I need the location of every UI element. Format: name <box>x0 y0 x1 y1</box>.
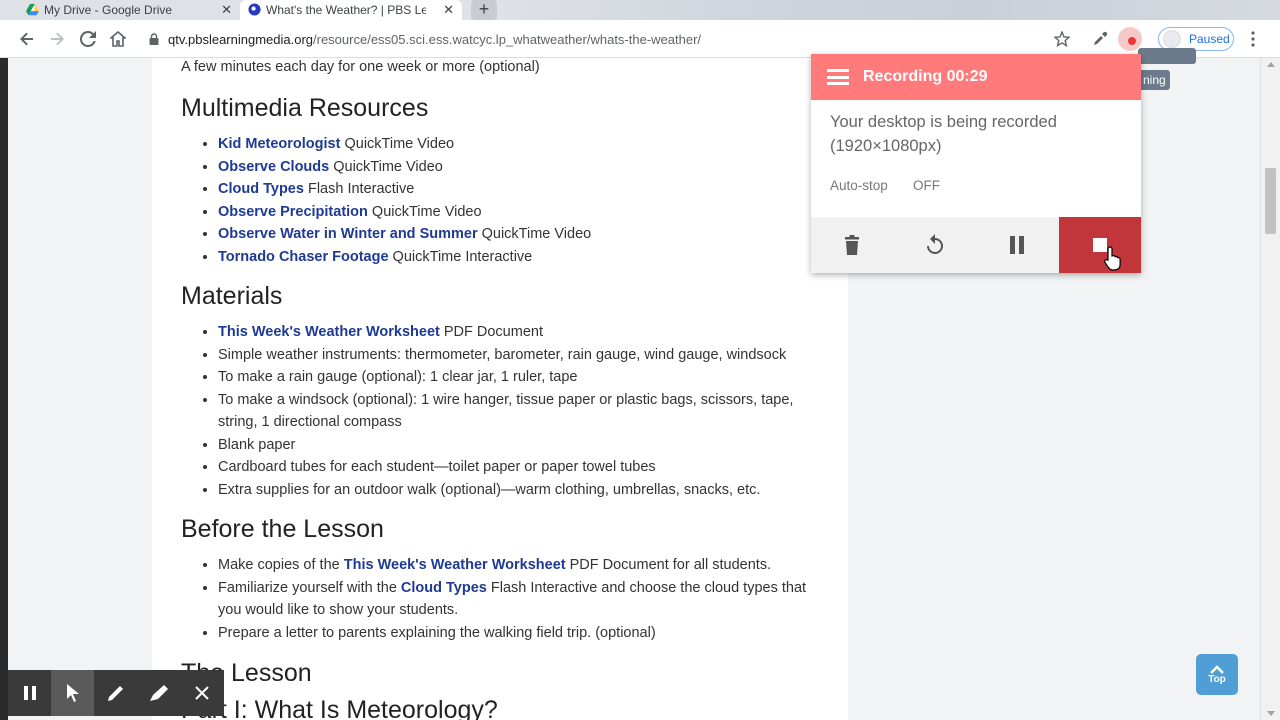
url-host: qtv.pbslearningmedia.org <box>168 31 314 47</box>
intro-text: A few minutes each day for one week or m… <box>181 59 540 75</box>
list-item: Tornado Chaser Footage QuickTime Interac… <box>218 246 828 269</box>
trash-icon <box>845 235 859 255</box>
worksheet-link[interactable]: This Week's Weather Worksheet <box>344 557 566 573</box>
hand-cursor-icon <box>1104 246 1121 271</box>
scroll-thumb[interactable] <box>1265 168 1276 234</box>
tab-strip: My Drive - Google Drive ✕ What's the Wea… <box>0 0 1280 20</box>
pencil-icon <box>108 686 123 701</box>
section-heading-part1: Part I: What Is Meteorology? <box>181 696 498 720</box>
list-item: Familiarize yourself with the Cloud Type… <box>218 577 828 622</box>
scroll-up-icon[interactable] <box>1267 62 1275 67</box>
screen-recorder-extension-icon[interactable] <box>1118 27 1142 51</box>
list-item: Prepare a letter to parents explaining t… <box>218 622 828 645</box>
resource-link[interactable]: Observe Clouds <box>218 159 329 175</box>
list-item: Make copies of the This Week's Weather W… <box>218 554 828 577</box>
pen-tool-button[interactable] <box>94 670 137 716</box>
list-item: Simple weather instruments: thermometer,… <box>218 344 828 367</box>
recording-timer: Recording 00:29 <box>863 68 988 85</box>
close-tab-icon[interactable]: ✕ <box>443 2 454 18</box>
tab-google-drive[interactable]: My Drive - Google Drive ✕ <box>18 0 240 20</box>
autostop-value[interactable]: OFF <box>913 178 940 193</box>
reload-icon[interactable] <box>78 29 98 49</box>
profile-status: Paused <box>1189 32 1230 46</box>
back-icon[interactable] <box>17 29 37 49</box>
restart-icon <box>927 234 943 254</box>
page-scrollbar[interactable] <box>1260 58 1280 720</box>
list-item: Blank paper <box>218 434 828 457</box>
list-item: Observe Water in Winter and Summer Quick… <box>218 223 828 246</box>
hidden-page-button[interactable] <box>1138 48 1196 64</box>
list-item: This Week's Weather Worksheet PDF Docume… <box>218 321 828 344</box>
recording-header: Recording 00:29 <box>811 54 1141 100</box>
recording-controls <box>811 217 1141 273</box>
top-label: Top <box>1208 673 1226 685</box>
restart-button[interactable] <box>894 217 976 273</box>
section-heading-before: Before the Lesson <box>181 515 384 543</box>
list-item: Observe Clouds QuickTime Video <box>218 156 828 179</box>
cursor-arrow-icon <box>66 684 79 702</box>
new-tab-button[interactable]: + <box>471 0 497 20</box>
pause-recording-button[interactable] <box>976 217 1058 273</box>
worksheet-link[interactable]: This Week's Weather Worksheet <box>218 324 440 340</box>
scroll-to-top-button[interactable]: Top <box>1196 654 1238 695</box>
home-icon[interactable] <box>108 29 128 49</box>
multimedia-list: Kid Meteorologist QuickTime Video Observ… <box>218 133 828 268</box>
tab-strip-background <box>500 0 1280 20</box>
eyedropper-extension-icon[interactable] <box>1090 29 1110 49</box>
chevron-up-icon <box>1210 664 1224 674</box>
pointer-tool-button[interactable] <box>51 670 95 716</box>
address-bar[interactable]: qtv.pbslearningmedia.org/resource/ess05.… <box>140 25 1085 53</box>
resource-link[interactable]: Observe Water in Winter and Summer <box>218 226 478 242</box>
bookmark-star-icon[interactable] <box>1052 29 1072 49</box>
section-heading-multimedia: Multimedia Resources <box>181 94 429 122</box>
before-list: Make copies of the This Week's Weather W… <box>218 554 828 644</box>
highlighter-tool-button[interactable] <box>138 670 181 716</box>
list-item: To make a windsock (optional): 1 wire ha… <box>218 389 828 434</box>
scroll-down-icon[interactable] <box>1267 711 1275 716</box>
pause-icon <box>1010 236 1024 254</box>
tab-title: What's the Weather? | PBS LearningMedia <box>266 3 426 17</box>
autostop-label: Auto-stop <box>830 178 888 193</box>
close-tab-icon[interactable]: ✕ <box>221 2 232 18</box>
close-toolbar-button[interactable] <box>181 670 224 716</box>
list-item: To make a rain gauge (optional): 1 clear… <box>218 366 828 389</box>
resource-link[interactable]: Cloud Types <box>218 181 304 197</box>
pause-annotation-button[interactable] <box>8 670 51 716</box>
highlighter-icon <box>150 685 169 701</box>
desktop-edge <box>0 58 8 720</box>
recording-message: Your desktop is being recorded (1920×108… <box>830 113 1057 155</box>
discard-button[interactable] <box>811 217 893 273</box>
list-item: Observe Precipitation QuickTime Video <box>218 201 828 224</box>
google-drive-icon <box>26 3 39 16</box>
avatar <box>1163 30 1181 48</box>
tab-pbs-weather[interactable]: What's the Weather? | PBS LearningMedia … <box>240 0 462 20</box>
tab-title: My Drive - Google Drive <box>44 3 173 17</box>
resource-link[interactable]: Kid Meteorologist <box>218 136 340 152</box>
lock-icon <box>149 33 159 45</box>
pbs-icon <box>248 3 261 16</box>
hamburger-menu-icon[interactable] <box>827 69 849 85</box>
recording-panel: Recording 00:29 Your desktop is being re… <box>811 54 1141 273</box>
lesson-content: A few minutes each day for one week or m… <box>152 58 848 720</box>
cloud-types-link[interactable]: Cloud Types <box>401 580 487 596</box>
resource-link[interactable]: Observe Precipitation <box>218 204 368 220</box>
annotation-toolbar <box>8 670 224 716</box>
materials-list: This Week's Weather Worksheet PDF Docume… <box>218 321 828 501</box>
more-menu-icon[interactable] <box>1243 29 1263 49</box>
list-item: Extra supplies for an outdoor walk (opti… <box>218 479 828 502</box>
forward-icon[interactable] <box>47 29 67 49</box>
pause-icon <box>23 686 36 700</box>
hidden-page-button[interactable]: ning <box>1138 70 1170 90</box>
close-icon <box>195 686 210 700</box>
list-item: Kid Meteorologist QuickTime Video <box>218 133 828 156</box>
resource-link[interactable]: Tornado Chaser Footage <box>218 249 389 265</box>
list-item: Cloud Types Flash Interactive <box>218 178 828 201</box>
list-item: Cardboard tubes for each student—toilet … <box>218 456 828 479</box>
browser-toolbar: qtv.pbslearningmedia.org/resource/ess05.… <box>0 20 1280 58</box>
section-heading-materials: Materials <box>181 282 283 310</box>
stop-recording-button[interactable] <box>1059 217 1141 273</box>
url-path: /resource/ess05.sci.ess.watcyc.lp_whatwe… <box>313 31 702 47</box>
